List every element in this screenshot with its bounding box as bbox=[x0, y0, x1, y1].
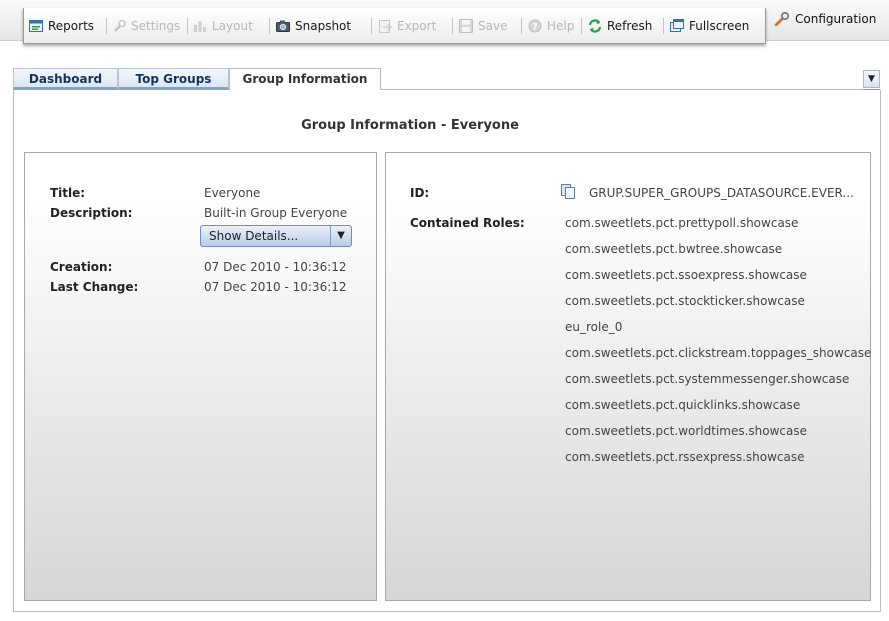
role-item: com.sweetlets.pct.prettypoll.showcase bbox=[565, 216, 799, 230]
main-toolbar: Reports Settings Layout Snapshot Export … bbox=[23, 8, 766, 44]
tab-group-information[interactable]: Group Information bbox=[229, 68, 381, 92]
svg-text:?: ? bbox=[532, 23, 537, 33]
role-item: com.sweetlets.pct.quicklinks.showcase bbox=[565, 398, 801, 412]
show-details-dropdown[interactable]: Show Details... ▼ bbox=[200, 225, 352, 247]
role-item: com.sweetlets.pct.clickstream.toppages_s… bbox=[565, 346, 872, 360]
help-label: Help bbox=[547, 19, 575, 33]
export-icon bbox=[378, 19, 392, 33]
snapshot-button[interactable]: Snapshot bbox=[276, 17, 351, 35]
export-button[interactable]: Export bbox=[378, 17, 436, 35]
description-value: Built-in Group Everyone bbox=[204, 206, 348, 220]
last-change-label: Last Change: bbox=[50, 280, 139, 294]
fullscreen-icon bbox=[670, 19, 684, 33]
floppy-disk-icon bbox=[459, 19, 473, 33]
reports-label: Reports bbox=[48, 19, 95, 33]
toolbar-separator bbox=[187, 18, 188, 34]
snapshot-label: Snapshot bbox=[295, 19, 352, 33]
role-item: com.sweetlets.pct.ssoexpress.showcase bbox=[565, 268, 807, 282]
layout-label: Layout bbox=[212, 19, 253, 33]
layout-icon bbox=[193, 19, 207, 33]
role-item: com.sweetlets.pct.systemmessenger.showca… bbox=[565, 372, 850, 386]
chevron-down-icon: ▼ bbox=[330, 226, 351, 246]
creation-value: 07 Dec 2010 - 10:36:12 bbox=[204, 260, 347, 274]
toolbar-separator bbox=[452, 18, 453, 34]
reports-icon bbox=[29, 19, 43, 33]
help-button[interactable]: ? Help bbox=[528, 17, 574, 35]
id-value: GRUP.SUPER_GROUPS_DATASOURCE.EVER... bbox=[589, 186, 854, 200]
creation-label: Creation: bbox=[50, 260, 113, 274]
refresh-button[interactable]: Refresh bbox=[588, 17, 652, 35]
title-label: Title: bbox=[50, 186, 86, 200]
toolbar-separator bbox=[106, 18, 107, 34]
description-label: Description: bbox=[50, 206, 133, 220]
chevron-down-icon: ▼ bbox=[868, 74, 875, 84]
wrench-icon bbox=[774, 11, 790, 27]
wrench-icon bbox=[112, 19, 126, 33]
export-label: Export bbox=[397, 19, 437, 33]
settings-label: Settings bbox=[131, 19, 181, 33]
configuration-button[interactable]: Configuration bbox=[774, 10, 876, 28]
help-icon: ? bbox=[528, 19, 542, 33]
fullscreen-label: Fullscreen bbox=[689, 19, 750, 33]
layout-button[interactable]: Layout bbox=[193, 17, 253, 35]
role-item: com.sweetlets.pct.bwtree.showcase bbox=[565, 242, 783, 256]
show-details-label: Show Details... bbox=[209, 229, 299, 243]
copy-icon[interactable] bbox=[561, 184, 575, 199]
refresh-label: Refresh bbox=[607, 19, 653, 33]
tab-menu-button[interactable]: ▼ bbox=[863, 70, 880, 88]
tab-top-groups[interactable]: Top Groups bbox=[118, 68, 229, 90]
toolbar-separator bbox=[521, 18, 522, 34]
toolbar-separator bbox=[663, 18, 664, 34]
tab-dashboard[interactable]: Dashboard bbox=[13, 68, 118, 90]
toolbar-separator bbox=[581, 18, 582, 34]
settings-button[interactable]: Settings bbox=[112, 17, 180, 35]
save-button[interactable]: Save bbox=[459, 17, 507, 35]
page-title: Group Information - Everyone bbox=[301, 118, 519, 133]
role-item: com.sweetlets.pct.worldtimes.showcase bbox=[565, 424, 808, 438]
save-label: Save bbox=[478, 19, 508, 33]
refresh-icon bbox=[588, 19, 602, 33]
role-item: com.sweetlets.pct.rssexpress.showcase bbox=[565, 450, 805, 464]
fullscreen-button[interactable]: Fullscreen bbox=[670, 17, 749, 35]
role-item: com.sweetlets.pct.stockticker.showcase bbox=[565, 294, 805, 308]
contained-roles-label: Contained Roles: bbox=[410, 216, 525, 230]
last-change-value: 07 Dec 2010 - 10:36:12 bbox=[204, 280, 347, 294]
title-value: Everyone bbox=[204, 186, 261, 200]
camera-icon bbox=[276, 19, 290, 33]
toolbar-separator bbox=[371, 18, 372, 34]
id-label: ID: bbox=[410, 186, 430, 200]
toolbar-separator bbox=[269, 18, 270, 34]
configuration-label: Configuration bbox=[795, 12, 877, 26]
role-item: eu_role_0 bbox=[565, 320, 623, 334]
reports-button[interactable]: Reports bbox=[29, 17, 94, 35]
